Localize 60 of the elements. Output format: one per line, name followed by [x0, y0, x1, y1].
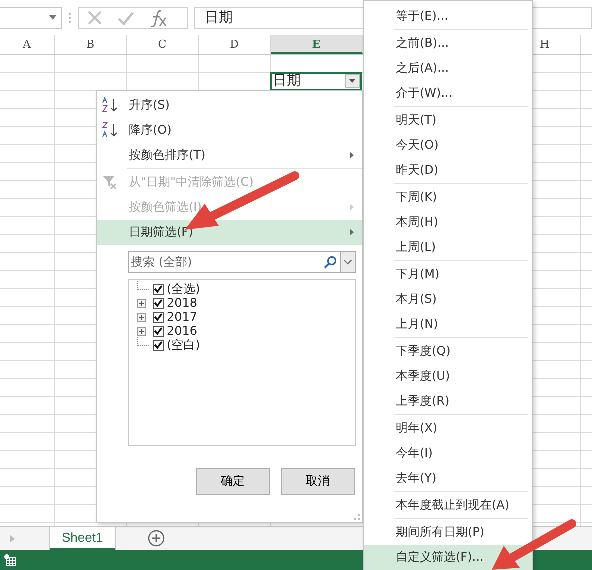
list-item-label[interactable]: (全选)	[167, 280, 200, 298]
menu-item[interactable]: 去年(Y)	[364, 466, 532, 491]
clear-filter-icon	[102, 174, 118, 190]
menu-item[interactable]: 之前(B)...	[364, 31, 532, 56]
list-item-label[interactable]: 2017	[167, 310, 198, 324]
menu-item[interactable]: 下月(M)	[364, 262, 532, 287]
sort-descending-icon	[102, 122, 118, 138]
filter-dropdown-button[interactable]	[345, 74, 360, 88]
checkbox[interactable]	[153, 298, 164, 308]
dropdown-icon[interactable]	[49, 15, 57, 20]
menu-item[interactable]: 下周(K)	[364, 185, 532, 210]
checkbox[interactable]	[153, 326, 164, 336]
menu-item[interactable]: 今天(O)	[364, 133, 532, 158]
menu-item[interactable]: 明年(X)	[364, 416, 532, 441]
menu-item[interactable]: 之后(A)...	[364, 56, 532, 81]
menu-item[interactable]: 下季度(Q)	[364, 339, 532, 364]
menu-item[interactable]: 上月(N)	[364, 312, 532, 337]
search-bar[interactable]: 搜索 (全部)	[128, 251, 356, 273]
grip-icon	[68, 12, 72, 24]
expand-icon[interactable]	[139, 300, 144, 306]
sheet-tab[interactable]: Sheet1	[50, 527, 116, 550]
menu-item[interactable]: 本年度截止到现在(A)	[364, 493, 532, 518]
menu-item[interactable]: 介于(W)...	[364, 81, 532, 106]
menu-item[interactable]: 今年(I)	[364, 441, 532, 466]
column-header[interactable]: B	[55, 35, 127, 54]
menu-item[interactable]: 升序(S)	[97, 93, 362, 118]
expand-icon[interactable]	[139, 314, 144, 320]
checkbox[interactable]	[153, 340, 164, 350]
expand-icon[interactable]	[139, 328, 144, 334]
list-item-label[interactable]: (空白)	[167, 336, 200, 354]
list-item-label[interactable]: 2018	[167, 296, 198, 310]
dropdown-icon[interactable]	[344, 260, 352, 264]
menu-item[interactable]: 本季度(U)	[364, 364, 532, 389]
menu-item[interactable]: 本周(H)	[364, 210, 532, 235]
menu-item[interactable]: 本月(S)	[364, 287, 532, 312]
function-icon[interactable]	[149, 8, 169, 26]
column-header[interactable]: C	[127, 35, 199, 54]
column-header[interactable]: E	[271, 35, 363, 54]
active-cell[interactable]: 日期	[270, 72, 362, 91]
add-sheet-icon[interactable]	[148, 530, 166, 547]
column-header[interactable]: A	[0, 35, 55, 54]
ok-button[interactable]: 确定	[196, 468, 270, 495]
sheet-icon	[4, 554, 16, 566]
menu-item[interactable]: 上周(L)	[364, 235, 532, 260]
menu-item[interactable]: 期间所有日期(P)	[364, 520, 532, 545]
menu-item[interactable]: 上季度(R)	[364, 389, 532, 414]
checkbox[interactable]	[153, 284, 164, 294]
checkbox[interactable]	[153, 312, 164, 322]
cancel-button[interactable]: 取消	[281, 468, 355, 495]
sort-ascending-icon	[102, 97, 118, 113]
menu-item[interactable]: 明天(T)	[364, 108, 532, 133]
menu-item[interactable]: 昨天(D)	[364, 158, 532, 183]
menu-item[interactable]: 按颜色排序(T)	[97, 143, 362, 168]
menu-item[interactable]: 降序(O)	[97, 118, 362, 143]
menu-item[interactable]: 等于(E)...	[364, 4, 532, 29]
dropdown-icon[interactable]	[349, 79, 356, 83]
list-item-label[interactable]: 2016	[167, 324, 198, 338]
check-icon[interactable]	[117, 10, 135, 26]
resize-grip-icon[interactable]	[354, 514, 360, 520]
search-icon[interactable]	[324, 256, 337, 268]
